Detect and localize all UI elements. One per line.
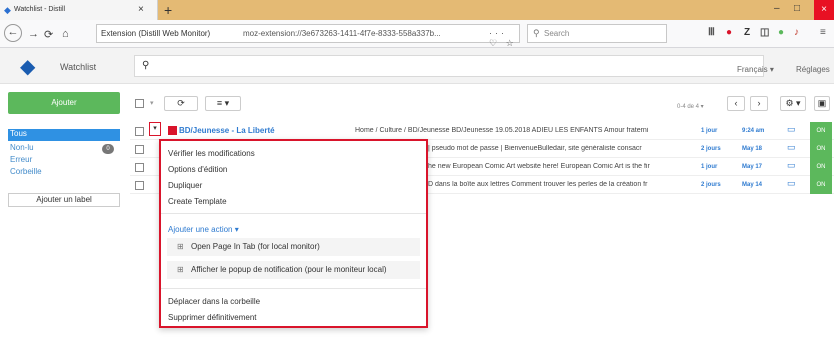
- menu-icon[interactable]: ≡: [820, 27, 826, 38]
- pager-text[interactable]: 0-4 de 4 ▾: [677, 103, 704, 110]
- action-icon: ⊞: [177, 242, 184, 251]
- menu-item-delete-permanently[interactable]: Supprimer définitivement: [168, 313, 256, 322]
- row-checkbox[interactable]: [135, 163, 144, 172]
- tab-title: Watchlist - Distill: [14, 6, 66, 13]
- monitor-icon[interactable]: ▭: [787, 142, 796, 153]
- browser-tab-bar: ◆ Watchlist - Distill × + – □ ×: [0, 0, 834, 20]
- monitor-age: 2 jours: [701, 146, 721, 152]
- action-icon: ⊞: [177, 265, 184, 274]
- row-checkbox[interactable]: [135, 145, 144, 154]
- monitor-age: 2 jours: [701, 182, 721, 188]
- sidebar-item-unread[interactable]: Non-lu 0: [8, 143, 120, 155]
- search-placeholder: Search: [544, 29, 570, 38]
- page-title: Watchlist: [60, 62, 97, 72]
- monitor-time: May 18: [742, 146, 763, 152]
- menu-item-check-changes[interactable]: Vérifier les modifications: [168, 149, 255, 158]
- extension-green-icon[interactable]: ●: [778, 27, 784, 38]
- language-dropdown[interactable]: Français ▾: [737, 65, 774, 74]
- search-icon: ⚲: [142, 60, 150, 71]
- monitor-preview-text: he new European Comic Art website here! …: [428, 163, 650, 170]
- monitor-icon[interactable]: ▭: [787, 124, 796, 135]
- menu-divider: [161, 213, 426, 214]
- settings-link[interactable]: Réglages: [796, 65, 830, 74]
- select-all-checkbox[interactable]: [135, 99, 144, 108]
- browser-tab[interactable]: ◆ Watchlist - Distill ×: [0, 0, 158, 20]
- browser-navbar: ← → ⟳ ⌂ Extension (Distill Web Monitor) …: [0, 20, 834, 48]
- row-checkbox[interactable]: [135, 127, 144, 136]
- row-menu-caret-icon[interactable]: ▾: [149, 122, 161, 136]
- sidebar-item-label: Non-lu: [10, 143, 34, 152]
- sidebar-item-all[interactable]: Tous: [8, 129, 120, 141]
- monitor-preview-text: Home / Culture / BD/Jeunesse BD/Jeunesse…: [355, 127, 649, 134]
- maximize-button[interactable]: □: [794, 3, 800, 14]
- menu-item-create-template[interactable]: Create Template: [168, 197, 227, 206]
- monitor-preview-text: | pseudo mot de passe | BienvenueBulleda…: [428, 145, 642, 152]
- browser-search-input[interactable]: ⚲ Search: [527, 24, 667, 43]
- status-toggle[interactable]: ON: [810, 158, 832, 176]
- add-action-dropdown[interactable]: Ajouter une action ▾: [168, 225, 239, 234]
- close-window-button[interactable]: ×: [814, 0, 834, 20]
- monitor-age: 1 jour: [701, 164, 718, 170]
- status-toggle[interactable]: ON: [810, 122, 832, 140]
- status-toggle[interactable]: ON: [810, 176, 832, 194]
- url-bar[interactable]: Extension (Distill Web Monitor) moz-exte…: [96, 24, 520, 48]
- monitor-icon[interactable]: ▭: [787, 160, 796, 171]
- sidebar-item-label: Erreur: [10, 155, 33, 164]
- back-icon[interactable]: ←: [4, 24, 22, 42]
- status-toggle[interactable]: ON: [810, 140, 832, 158]
- context-menu: Vérifier les modifications Options d'édi…: [159, 139, 428, 328]
- monitor-preview-text: D dans la boîte aux lettres Comment trou…: [428, 181, 648, 188]
- add-button[interactable]: Ajouter: [8, 92, 120, 114]
- refresh-button[interactable]: ⟳: [164, 96, 198, 111]
- row-checkbox[interactable]: [135, 181, 144, 190]
- sidebar-item-label: Tous: [10, 129, 27, 138]
- search-icon: ⚲: [533, 28, 540, 38]
- reader-icon[interactable]: ◫: [760, 27, 769, 38]
- page-action-icons[interactable]: ··· ♡ ☆: [489, 28, 519, 49]
- monitor-age: 1 jour: [701, 128, 718, 134]
- new-tab-button[interactable]: +: [164, 2, 172, 18]
- shield-icon[interactable]: ●: [726, 27, 732, 38]
- extension-icon[interactable]: ♪: [794, 27, 799, 38]
- action-label: Open Page In Tab (for local monitor): [191, 242, 320, 251]
- select-dropdown-icon[interactable]: ▾: [150, 99, 154, 107]
- prev-page-button[interactable]: ‹: [727, 96, 745, 111]
- menu-divider: [161, 288, 426, 289]
- menu-item-open-page-in-tab[interactable]: ⊞ Open Page In Tab (for local monitor): [167, 238, 420, 256]
- monitor-icon[interactable]: ▭: [787, 178, 796, 189]
- menu-item-edit-options[interactable]: Options d'édition: [168, 165, 227, 174]
- home-icon[interactable]: ⌂: [62, 28, 69, 40]
- menu-item-show-notification-popup[interactable]: ⊞ Afficher le popup de notification (pou…: [167, 261, 420, 279]
- monitor-time: 9:24 am: [742, 128, 765, 134]
- monitor-time: May 17: [742, 164, 763, 170]
- site-favicon-icon: [168, 126, 177, 135]
- search-input[interactable]: ⚲: [134, 55, 764, 77]
- list-view-dropdown[interactable]: ≡ ▾: [205, 96, 241, 111]
- sidebar-item-trash[interactable]: Corbeille: [8, 167, 120, 179]
- monitor-time: May 14: [742, 182, 763, 188]
- next-page-button[interactable]: ›: [750, 96, 768, 111]
- zotero-icon[interactable]: Z: [744, 27, 750, 38]
- sidebar-item-error[interactable]: Erreur: [8, 155, 120, 167]
- sidebar-item-label: Corbeille: [10, 167, 42, 176]
- view-toggle-button[interactable]: ▣: [814, 96, 830, 111]
- menu-item-duplicate[interactable]: Dupliquer: [168, 181, 202, 190]
- add-label-button[interactable]: Ajouter un label: [8, 193, 120, 207]
- action-label: Afficher le popup de notification (pour …: [191, 265, 387, 274]
- minimize-button[interactable]: –: [774, 3, 780, 14]
- distill-logo-icon: ◆: [20, 56, 36, 78]
- url-extension-label: Extension (Distill Web Monitor): [101, 29, 211, 38]
- menu-item-move-to-trash[interactable]: Déplacer dans la corbeille: [168, 297, 260, 306]
- distill-favicon-icon: ◆: [4, 5, 11, 15]
- close-tab-icon[interactable]: ×: [138, 4, 144, 15]
- reload-icon[interactable]: ⟳: [44, 28, 53, 41]
- url-text: moz-extension://3e673263-1411-4f7e-8333-…: [243, 29, 441, 38]
- monitor-name[interactable]: BD/Jeunesse - La Liberté: [179, 126, 275, 135]
- forward-icon[interactable]: →: [28, 28, 39, 40]
- unread-count-badge: 0: [102, 144, 114, 154]
- gear-icon[interactable]: ⚙ ▾: [780, 96, 806, 111]
- library-icon[interactable]: Ⅲ: [708, 27, 715, 38]
- app-header: ◆ Watchlist ⚲ Français ▾ Réglages: [0, 48, 834, 84]
